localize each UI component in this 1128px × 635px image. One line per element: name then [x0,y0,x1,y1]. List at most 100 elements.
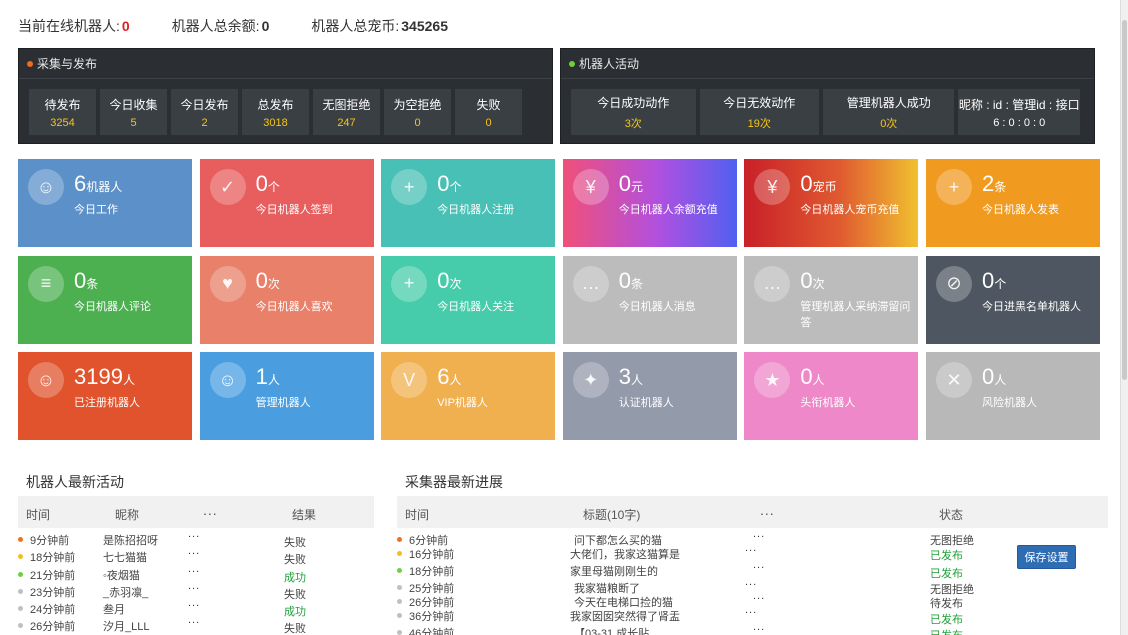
activity-panel-title: 机器人活动 [579,56,640,71]
status-dot-icon [397,568,402,573]
tile-label: 今日机器人评论 [74,300,151,313]
stat-tile[interactable]: ★ 0人 头衔机器人 [744,352,919,440]
status-dot-icon [18,623,23,628]
row-status: 已发布 [930,627,963,635]
row-time: 46分钟前 [409,628,455,635]
tile-label: 已注册机器人 [74,397,140,409]
stat-label: 昵称 : id : 管理id : 接口 [958,97,1080,112]
yuan-icon: ¥ [572,169,609,205]
row-time: 9分钟前 [30,535,70,547]
more-icon[interactable]: ... [745,604,757,616]
row-status: 已发布 [930,550,963,562]
status-dot-icon [18,589,23,594]
more-icon[interactable]: ... [745,576,757,588]
tile-value: 3199人 [74,364,135,389]
row-nick: 汐月_LLL [103,621,150,633]
more-icon[interactable]: ... [188,614,200,626]
col-time: 时间 [26,508,51,522]
tile-value: 0个 [437,171,462,196]
stat-box: 今日发布 2 [171,89,238,135]
stat-tile[interactable]: ☺ 3199人已注册机器人 [18,352,192,440]
col-nick: 昵称 [115,508,140,522]
status-dot-icon [18,606,23,611]
more-icon[interactable]: ... [753,621,765,633]
tile-label: 今日机器人宠币充值 [800,204,900,216]
save-settings-button[interactable]: 保存设置 [1017,545,1076,569]
stat-value: 247 [337,116,356,129]
status-dot-icon [397,585,402,590]
tile-label: 管理机器人采纳滞留问答 [800,300,911,329]
stat-tile[interactable]: ¥0宠币 今日机器人宠币充值 [744,159,919,247]
stat-tile[interactable]: ¥0元 今日机器人余额充值 [562,159,737,247]
stat-tile[interactable]: ☺ 1人 管理机器人 [199,352,374,440]
stat-label: 管理机器人成功 [846,95,931,110]
stat-tile[interactable]: +2条 今日机器人发表 [926,159,1100,247]
more-icon[interactable]: ... [188,580,200,592]
stat-box: 昵称 : id : 管理id : 接口 6 : 0 : 0 : 0 [958,89,1080,135]
more-icon[interactable]: ... [753,528,765,540]
stat-tile[interactable]: ⊘ 0个 今日进黑名单机器人 [926,255,1100,344]
robot-coins: 机器人总宠币: 345265 [311,16,448,36]
more-icon[interactable]: ... [745,542,757,554]
collector-list-header: 时间 标题(10字) ... 状态 [397,496,1108,528]
stat-tile[interactable]: ✦ 3人 认证机器人 [562,352,737,440]
collect-stats: 待发布 3254 今日收集 5 今日发布 2 总发布 3018 无图拒绝 247 为空拒绝 0 失败 0 [29,89,542,135]
row-nick: 七七猫猫 [103,552,147,564]
stat-tile[interactable]: ✓ 0个 今日机器人签到 [199,159,374,247]
stat-tile[interactable]: ♥ 0次 今日机器人喜欢 [199,255,374,344]
more-icon[interactable]: ... [188,528,200,540]
row-nick: 是陈招招呀 [103,535,158,547]
stat-tile[interactable]: ✕ 0人 风险机器人 [926,352,1100,440]
col-title: 标题(10字) [583,508,641,522]
risk-user-icon: ✕ [936,362,972,398]
balance-label: 机器人总余额: [171,18,260,34]
robot-balance: 机器人总余额: 0 [172,16,270,36]
row-result: 成功 [284,572,306,584]
balance-value: 0 [261,18,270,34]
row-title: 我家囡囡突然得了肾盂 [570,611,680,623]
row-status: 已发布 [930,568,963,580]
online-value: 0 [121,18,130,34]
user-add-icon: + [391,169,428,205]
tile-value: 0次 [255,267,280,293]
tile-label: 今日机器人消息 [618,300,696,313]
stat-tile[interactable]: ☺ 6机器人 今日工作 [18,159,192,247]
tile-value: 6人 [437,364,462,389]
row-time: 18分钟前 [30,552,76,564]
stat-tile[interactable]: +0次 今日机器人关注 [381,255,556,344]
stat-tile[interactable]: … 0条 今日机器人消息 [562,255,737,344]
status-dot-icon [569,60,575,67]
more-icon[interactable]: ... [188,597,200,609]
stat-tile[interactable]: ≡ 0条 今日机器人评论 [18,255,192,344]
stat-box: 今日成功动作 3次 [571,89,696,135]
tile-value: 3人 [618,364,644,389]
more-icon[interactable]: ... [188,545,200,557]
stat-label: 今日无效动作 [723,95,796,110]
scrollbar-thumb[interactable] [1122,20,1127,380]
row-title: 大佬们，我家这猫算是 [570,549,680,561]
collect-panel-title: 采集与发布 [37,56,98,71]
more-icon[interactable]: ... [188,563,200,575]
status-dot-icon [397,551,402,556]
stat-box: 无图拒绝 247 [313,89,380,135]
more-icon[interactable]: ... [753,559,765,571]
admin-icon: ☺ [209,362,246,398]
row-title: 家里母猫刚刚生的 [570,566,658,578]
tile-label: 头衔机器人 [800,397,856,409]
stat-label: 失败 [476,97,501,112]
row-time: 16分钟前 [409,549,455,561]
summary-bar: 当前在线机器人: 0 机器人总余额: 0 机器人总宠币: 345265 [18,16,490,36]
page-scrollbar[interactable] [1120,0,1128,635]
status-dot-icon [397,613,402,618]
row-title: 【03-31 成长贴 [574,628,650,635]
coins-value: 345265 [401,18,448,34]
activity-list-header: 时间 昵称 ... 结果 [18,496,374,528]
row-result: 失败 [284,623,306,635]
row-result: 失败 [284,537,306,549]
activity-list-title: 机器人最新活动 [26,474,124,490]
more-icon[interactable]: ... [753,590,765,602]
stat-tile[interactable]: +0个 今日机器人注册 [381,159,556,247]
users-icon: ☺ [28,362,64,398]
stat-tile[interactable]: V 6人 VIP机器人 [381,352,556,440]
stat-tile[interactable]: … 0次 管理机器人采纳滞留问答 [744,255,919,344]
